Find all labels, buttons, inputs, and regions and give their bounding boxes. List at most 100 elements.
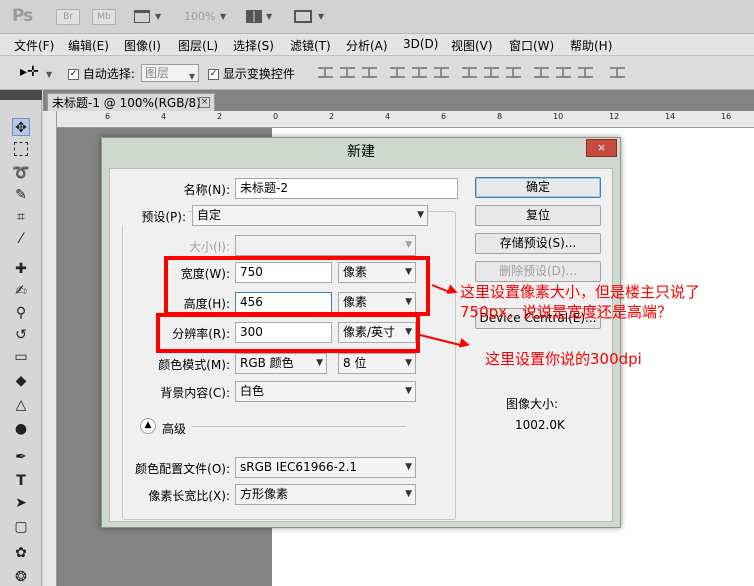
auto-select-checkbox[interactable]: ✓ <box>68 69 79 80</box>
distribute-left-icon[interactable] <box>534 67 549 78</box>
zoom-level[interactable]: 100% <box>184 10 215 23</box>
arrange-documents-icon[interactable] <box>246 10 262 23</box>
distribute-bottom-icon[interactable] <box>506 67 521 78</box>
background-contents-chevron-down-icon: ▼ <box>405 386 412 396</box>
menu-layer[interactable]: 图层(L) <box>178 37 218 54</box>
horizontal-ruler[interactable]: 6 4 2 0 2 4 6 8 10 12 14 16 <box>57 111 754 128</box>
mini-bridge-button[interactable]: Mb <box>92 9 116 25</box>
menu-3d[interactable]: 3D(D) <box>403 37 438 51</box>
lasso-tool-icon[interactable]: ➰ <box>12 164 30 182</box>
align-left-icon[interactable] <box>390 67 405 78</box>
color-profile-select[interactable]: sRGB IEC61966-2.1 ▼ <box>235 457 416 478</box>
zoom-caret-icon[interactable]: ▼ <box>220 12 226 21</box>
preset-select[interactable]: 自定 ▼ <box>192 205 428 226</box>
dialog-close-icon[interactable]: × <box>586 139 617 157</box>
background-contents-select[interactable]: 白色 ▼ <box>235 381 416 402</box>
ok-button[interactable]: 确定 <box>475 177 601 198</box>
auto-select-option[interactable]: ✓ 自动选择: <box>68 65 135 82</box>
blur-tool-icon[interactable]: △ <box>12 396 30 414</box>
advanced-label[interactable]: 高级 <box>162 420 186 437</box>
auto-align-layers-icon[interactable] <box>610 67 625 78</box>
name-label: 名称(N): <box>183 183 230 197</box>
bit-depth-select[interactable]: 8 位 ▼ <box>338 353 416 374</box>
pen-tool-icon[interactable]: ✒ <box>12 448 30 466</box>
history-brush-tool-icon[interactable]: ↺ <box>12 326 30 344</box>
name-input[interactable]: 未标题-2 <box>235 178 458 199</box>
pixel-aspect-label: 像素长宽比(X): <box>148 489 230 503</box>
eyedropper-tool-icon[interactable]: ⁄ <box>12 230 30 248</box>
auto-select-target-select[interactable]: 图层 ▼ <box>141 64 199 82</box>
document-tab-close-icon[interactable]: × <box>199 97 210 108</box>
show-transform-option[interactable]: ✓ 显示变换控件 <box>208 65 295 82</box>
menu-filter[interactable]: 滤镜(T) <box>290 37 331 54</box>
align-bottom-icon[interactable] <box>362 67 377 78</box>
pixel-aspect-chevron-down-icon: ▼ <box>405 489 412 499</box>
color-mode-value: RGB 颜色 <box>240 356 294 370</box>
dodge-tool-icon[interactable]: ● <box>12 420 30 438</box>
tools-panel: ✥ ➰ ✎ ⌗ ⁄ ✚ ✍ ⚲ ↺ ▭ ◆ △ ● ✒ T ➤ ▢ ✿ ❂ <box>0 90 42 586</box>
view-extras-icon[interactable] <box>134 10 150 23</box>
healing-brush-tool-icon[interactable]: ✚ <box>12 260 30 278</box>
align-horizontal-center-icon[interactable] <box>412 67 427 78</box>
advanced-toggle-icon[interactable]: ▲ <box>140 418 156 434</box>
align-top-icon[interactable] <box>318 67 333 78</box>
advanced-divider <box>192 426 406 427</box>
tool-preset-caret-icon[interactable]: ▼ <box>46 70 52 79</box>
paint-bucket-tool-icon[interactable]: ◆ <box>12 372 30 390</box>
brush-tool-icon[interactable]: ✍ <box>12 282 30 300</box>
menu-window[interactable]: 窗口(W) <box>509 37 554 54</box>
background-contents-label: 背景内容(C): <box>160 386 230 400</box>
distribute-top-icon[interactable] <box>462 67 477 78</box>
move-tool-icon[interactable]: ✥ <box>12 118 30 136</box>
menu-edit[interactable]: 编辑(E) <box>68 37 109 54</box>
tools-panel-header[interactable] <box>0 90 42 100</box>
ruler-tick: 4 <box>161 112 167 121</box>
distribute-right-icon[interactable] <box>578 67 593 78</box>
path-selection-tool-icon[interactable]: ➤ <box>12 494 30 512</box>
image-size-label: 图像大小: <box>506 397 559 411</box>
color-mode-chevron-down-icon: ▼ <box>316 358 323 368</box>
3d-rotate-tool-icon[interactable]: ✿ <box>12 544 30 562</box>
clone-stamp-tool-icon[interactable]: ⚲ <box>12 304 30 322</box>
show-transform-checkbox[interactable]: ✓ <box>208 69 219 80</box>
vertical-ruler[interactable] <box>43 111 57 586</box>
type-tool-icon[interactable]: T <box>12 472 30 490</box>
pixel-aspect-select[interactable]: 方形像素 ▼ <box>235 484 416 505</box>
menu-analysis[interactable]: 分析(A) <box>346 37 388 54</box>
distribute-vertical-center-icon[interactable] <box>484 67 499 78</box>
3d-orbit-tool-icon[interactable]: ❂ <box>12 568 30 586</box>
reset-button[interactable]: 复位 <box>475 205 601 226</box>
menu-file[interactable]: 文件(F) <box>14 37 54 54</box>
ruler-tick: 6 <box>441 112 447 121</box>
menu-view[interactable]: 视图(V) <box>451 37 493 54</box>
arrange-caret-icon[interactable]: ▼ <box>266 12 272 21</box>
color-mode-select[interactable]: RGB 颜色 ▼ <box>235 353 327 374</box>
application-bar: Ps Br Mb ▼ 100% ▼ ▼ ▼ <box>0 0 754 34</box>
eraser-tool-icon[interactable]: ▭ <box>12 348 30 366</box>
options-bar: ▸✛ ▼ ✓ 自动选择: 图层 ▼ ✓ 显示变换控件 <box>0 56 754 90</box>
color-mode-label: 颜色模式(M): <box>158 358 230 372</box>
menu-help[interactable]: 帮助(H) <box>570 37 612 54</box>
quick-selection-tool-icon[interactable]: ✎ <box>12 186 30 204</box>
distribute-horizontal-center-icon[interactable] <box>556 67 571 78</box>
bridge-button[interactable]: Br <box>56 9 80 25</box>
shape-tool-icon[interactable]: ▢ <box>12 518 30 536</box>
menu-image[interactable]: 图像(I) <box>124 37 161 54</box>
document-tab-title: 未标题-1 @ 100%(RGB/8) <box>52 96 201 110</box>
resolution-highlight-box <box>156 313 420 353</box>
crop-tool-icon[interactable]: ⌗ <box>12 208 30 226</box>
move-tool-preset-icon[interactable]: ▸✛ <box>20 64 39 80</box>
pixel-aspect-value: 方形像素 <box>240 487 289 501</box>
screen-mode-caret-icon[interactable]: ▼ <box>318 12 324 21</box>
view-extras-caret-icon[interactable]: ▼ <box>155 12 161 21</box>
align-vertical-center-icon[interactable] <box>340 67 355 78</box>
color-profile-label: 颜色配置文件(O): <box>135 462 230 476</box>
save-preset-button[interactable]: 存储预设(S)... <box>475 233 601 254</box>
align-right-icon[interactable] <box>434 67 449 78</box>
screen-mode-icon[interactable] <box>294 10 312 23</box>
menu-select[interactable]: 选择(S) <box>233 37 274 54</box>
marquee-tool-icon[interactable] <box>14 142 28 156</box>
background-contents-value: 白色 <box>240 384 265 398</box>
document-tab[interactable]: 未标题-1 @ 100%(RGB/8) × <box>47 93 215 112</box>
delete-preset-button: 删除预设(D)... <box>475 261 601 282</box>
